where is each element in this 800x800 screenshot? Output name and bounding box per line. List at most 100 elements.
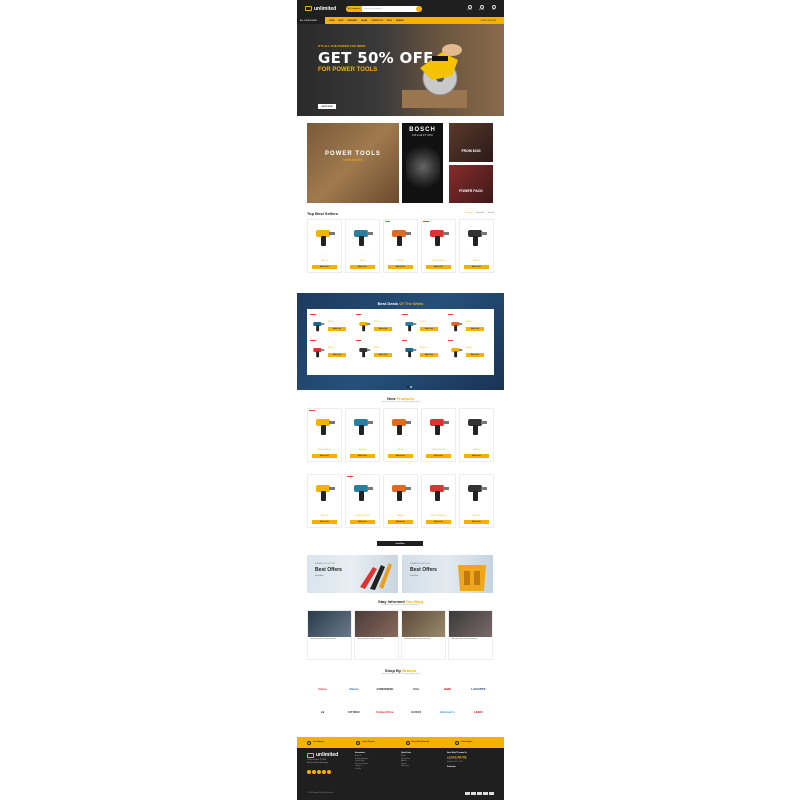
product-image[interactable]: [348, 411, 377, 441]
nav-brands[interactable]: BRANDS: [396, 20, 404, 22]
product-name[interactable]: Circular Saw Blade Set: [466, 342, 491, 346]
add-to-cart-button[interactable]: Add to Cart: [388, 520, 413, 524]
add-to-cart-button[interactable]: Add to Cart: [426, 520, 451, 524]
blog-post[interactable]: Lorem ipsum dolor sit amet consectetur: [307, 610, 352, 660]
site-logo[interactable]: unlimited: [305, 6, 336, 12]
product-image[interactable]: [462, 477, 491, 507]
search-input[interactable]: Search for products: [362, 8, 416, 10]
add-to-cart-button[interactable]: Add to Cart: [464, 454, 489, 458]
product-name[interactable]: Bosch Pro Rotary Hammer Drill: [308, 443, 341, 448]
search-button[interactable]: [416, 5, 423, 12]
product-name[interactable]: Makita Rotary Hammer: [374, 316, 399, 320]
add-to-cart-button[interactable]: Add to Cart: [426, 265, 451, 269]
brand-logo[interactable]: H&M: [444, 687, 451, 691]
footer-link[interactable]: Site Map: [355, 769, 368, 772]
product-card[interactable]: Bosch Drywall Screwdriver $79.00 Add to Ca…: [383, 408, 418, 462]
add-to-cart-button[interactable]: Add to Cart: [350, 454, 375, 458]
brand-logo[interactable]: chicco: [349, 687, 359, 691]
product-name[interactable]: Bosch Drywall Screwdriver: [384, 443, 417, 448]
product-image[interactable]: [386, 411, 415, 441]
product-image[interactable]: [403, 344, 418, 359]
product-image[interactable]: [386, 477, 415, 507]
product-name[interactable]: Knipex Pliers Wrench 180mm: [460, 254, 493, 259]
deal-card[interactable]: -10% Bosch Combi Drill 18V $89.00 Add to Ca…: [310, 314, 354, 336]
blog-post[interactable]: Lorem ipsum dolor sit amet consectetur: [448, 610, 493, 660]
offer-banner-1[interactable]: SUMMER COLLECTION Best Offers Shop Now: [307, 555, 398, 593]
product-name[interactable]: Bosch Rotary Hammer SDS: [346, 509, 379, 514]
deal-card[interactable]: -5% Bosch Cordless Drill Driver $99.00 Add …: [448, 314, 492, 336]
brand-logo[interactable]: fitbit: [413, 687, 420, 691]
add-to-cart-button[interactable]: Add to Cart: [420, 353, 438, 357]
product-image[interactable]: [462, 222, 491, 252]
wishlist-icon[interactable]: Wishlist: [467, 5, 472, 12]
product-name[interactable]: DeWalt Worksite Radio: [422, 509, 455, 514]
product-name[interactable]: Bosch Angle Grinder Set: [328, 342, 353, 346]
add-to-cart-button[interactable]: Add to Cart: [312, 520, 337, 524]
all-categories-button[interactable]: ALL CATEGORIES: [297, 17, 325, 24]
nav-contact[interactable]: CONTACT US: [371, 20, 383, 22]
brand-logo[interactable]: Johnson's: [440, 710, 455, 714]
brand-logo[interactable]: LACOSTE: [471, 687, 485, 691]
product-image[interactable]: [462, 411, 491, 441]
product-card[interactable]: Bosch Angle Grinder 115mm $39.00 Add to Ca…: [307, 219, 342, 273]
product-name[interactable]: Bosch Cordless Drill Driver: [466, 316, 491, 320]
deal-card[interactable]: -7% Makita Impact Drill $79.00 Add to Cart: [356, 340, 400, 362]
product-image[interactable]: [310, 222, 339, 252]
add-to-cart-button[interactable]: Add to Cart: [466, 327, 484, 331]
brand-logo[interactable]: ck: [321, 710, 324, 714]
product-image[interactable]: [449, 344, 464, 359]
product-image[interactable]: [310, 411, 339, 441]
search-category-select[interactable]: All Categories: [346, 5, 363, 12]
nav-home[interactable]: HOME: [329, 20, 334, 22]
add-to-cart-button[interactable]: Add to Cart: [374, 327, 392, 331]
hero-shop-button[interactable]: SHOP NOW: [318, 104, 336, 109]
blog-post[interactable]: Lorem ipsum dolor sit amet consectetur: [401, 610, 446, 660]
add-to-cart-button[interactable]: Add to Cart: [328, 353, 346, 357]
product-name[interactable]: Bosch Work Radio: [420, 342, 445, 346]
carousel-dots[interactable]: [407, 386, 412, 388]
product-card[interactable]: DeWalt Worksite Radio $119.00 $139.00 Add …: [421, 474, 456, 528]
product-card[interactable]: New Makita Work Radio DAB $119.00 Add to Ca…: [383, 219, 418, 273]
brand-logo[interactable]: CITIZEN: [348, 710, 360, 714]
add-to-cart-button[interactable]: Add to Cart: [328, 327, 346, 331]
product-image[interactable]: [348, 222, 377, 252]
product-name[interactable]: Bosch Angle Grinder 115mm: [308, 254, 341, 259]
product-image[interactable]: [386, 222, 415, 252]
power-pack-banner[interactable]: POWER PACK: [449, 165, 493, 203]
product-card[interactable]: Bosch Impact Drill Set $89.00 Add to Cart: [383, 474, 418, 528]
product-name[interactable]: Bosch Demolition Hammer: [308, 509, 341, 514]
product-image[interactable]: [311, 318, 326, 333]
product-card[interactable]: DeWalt Cordless Drill $109.00 Add to Cart: [459, 474, 494, 528]
product-image[interactable]: [357, 344, 372, 359]
product-card[interactable]: Bosch Dust Extraction $49.00 Add to Cart: [459, 408, 494, 462]
deal-card[interactable]: -12% DeWalt Rotary Drill $149.00 Add to Car…: [402, 314, 446, 336]
power-tools-banner[interactable]: POWER TOOLS UP TO 50% OFF: [307, 123, 399, 203]
product-image[interactable]: [449, 318, 464, 333]
product-card[interactable]: Stanley Measuring Tape 8m $19.00 Add to Ca…: [345, 219, 380, 273]
tab-featured[interactable]: Featured: [465, 212, 472, 214]
product-card[interactable]: -15% Bosch Rotary Hammer SDS $99.00 $119.0…: [345, 474, 380, 528]
product-card[interactable]: -15% Socket Set 108 Piece $49.00 $69.00 Add…: [421, 219, 456, 273]
product-image[interactable]: [357, 318, 372, 333]
nav-features[interactable]: FEATURES: [348, 20, 358, 22]
product-name[interactable]: Bosch Circular Saw 190mm: [346, 443, 379, 448]
product-card[interactable]: Bosch Circular Saw 190mm $129.00 Add to Ca…: [345, 408, 380, 462]
bosch-banner[interactable]: BOSCH COLLECTION: [402, 123, 443, 203]
add-to-cart-button[interactable]: Add to Cart: [388, 454, 413, 458]
product-card[interactable]: -10% Bosch Pro Rotary Hammer Drill $89.00 …: [307, 408, 342, 462]
add-to-cart-button[interactable]: Add to Cart: [464, 520, 489, 524]
footer-logo[interactable]: unlimited: [307, 752, 338, 758]
nav-blog[interactable]: BLOG: [387, 20, 392, 22]
add-to-cart-button[interactable]: Add to Cart: [464, 265, 489, 269]
product-name[interactable]: DeWalt Rotary Drill: [420, 316, 445, 320]
product-card[interactable]: Makita Cordless Drill Driver $69.00 $79.0…: [421, 408, 456, 462]
deal-card[interactable]: -10% Bosch Angle Grinder Set $59.00 Add to …: [310, 340, 354, 362]
add-to-cart-button[interactable]: Add to Cart: [420, 327, 438, 331]
add-to-cart-button[interactable]: Add to Cart: [350, 520, 375, 524]
product-image[interactable]: [310, 477, 339, 507]
deal-card[interactable]: -8% Makita Rotary Hammer $129.00 Add to Car…: [356, 314, 400, 336]
add-to-cart-button[interactable]: Add to Cart: [426, 454, 451, 458]
brand-logo[interactable]: GUCCI: [411, 710, 421, 714]
footer-link[interactable]: My Account: [401, 766, 411, 769]
brand-logo[interactable]: LEGO: [474, 710, 483, 714]
